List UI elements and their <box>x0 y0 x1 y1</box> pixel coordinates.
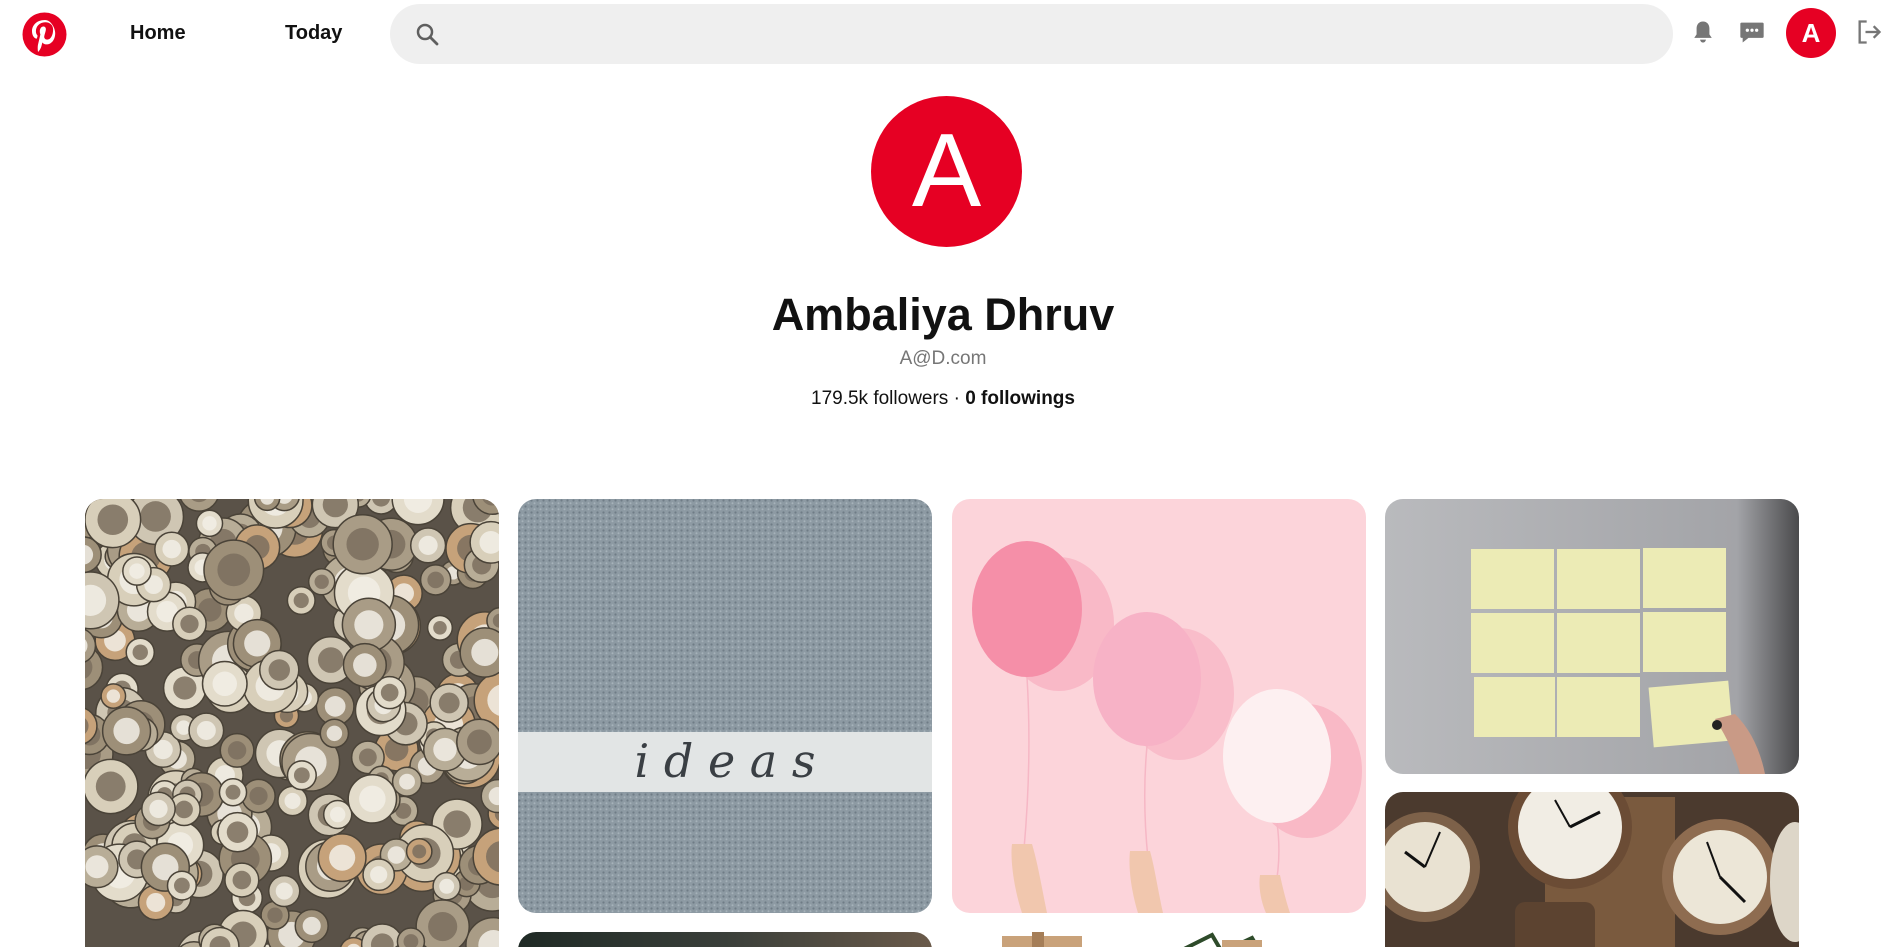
search-bar[interactable] <box>390 4 1673 64</box>
watch-dial-shape <box>162 539 181 559</box>
watch-dial-shape <box>471 638 499 666</box>
pin-ideas[interactable]: i d e a s <box>518 499 932 913</box>
watch-dial-shape <box>146 892 166 912</box>
watch-dial-shape <box>173 877 190 894</box>
watch-dial-shape <box>438 692 460 714</box>
watch-dial-shape <box>217 553 251 587</box>
pin-partial-dark[interactable] <box>518 932 932 947</box>
watch-dial-shape <box>330 806 346 823</box>
watch-dial-shape <box>113 717 140 745</box>
watch-dial-shape <box>492 499 499 502</box>
watch-dial-shape <box>227 741 247 760</box>
watch-dial-shape <box>268 659 291 681</box>
watch-dial-shape <box>106 689 121 703</box>
watch-dial-shape <box>225 784 241 800</box>
pin-image <box>518 932 932 947</box>
watch-dial-shape <box>439 878 455 894</box>
watch-dial-shape <box>412 844 427 859</box>
bell-icon[interactable] <box>1689 18 1717 46</box>
watch-dial-shape <box>314 574 329 589</box>
watch-dial-shape <box>358 748 377 767</box>
watch-dial-shape <box>324 696 346 717</box>
watch-dial-shape <box>140 501 171 532</box>
watch-dial-shape <box>427 571 444 589</box>
watch-dial-shape <box>202 516 217 531</box>
watch-dial-shape <box>173 676 197 700</box>
watch-dial-shape <box>359 785 386 813</box>
watch-dial-shape <box>433 621 447 635</box>
watch-dial-shape <box>85 855 109 879</box>
followings-count[interactable]: 0 followings <box>965 388 1075 409</box>
watch-dial-shape <box>149 799 168 819</box>
pin-image <box>1385 792 1799 947</box>
watch-dial-shape <box>180 614 199 634</box>
watch-dial-shape <box>132 644 148 660</box>
pin-image <box>952 499 1366 913</box>
pin-image <box>85 499 499 947</box>
nav-today-link[interactable]: Today <box>285 22 342 45</box>
watch-dial-shape <box>387 846 406 864</box>
pinterest-logo-icon[interactable] <box>22 12 67 57</box>
watch-dial-shape <box>226 821 249 843</box>
logout-icon[interactable] <box>1855 18 1883 46</box>
watch-dial-shape <box>293 767 310 784</box>
profile-avatar: A <box>871 96 1022 247</box>
watch-dial-shape <box>95 771 126 802</box>
top-navigation-bar: Home Today A <box>0 0 1886 64</box>
watch-dial-shape <box>293 592 309 609</box>
watch-dial-shape <box>267 907 283 923</box>
watch-dial-shape <box>317 647 344 673</box>
watch-dial-shape <box>433 737 457 762</box>
pin-watches[interactable] <box>85 499 499 947</box>
watch-dial-shape <box>196 720 216 740</box>
watch-dial-shape <box>370 866 388 884</box>
watch-dial-shape <box>129 563 145 579</box>
profile-name: Ambaliya Dhruv <box>771 289 1115 340</box>
chat-icon[interactable] <box>1738 18 1766 46</box>
search-icon <box>416 23 439 46</box>
pin-image: i d e a s <box>518 499 932 913</box>
pin-image <box>1385 499 1799 774</box>
watch-dial-shape <box>244 630 271 657</box>
watch-dial-shape <box>329 844 356 871</box>
ideas-text: i d e a s <box>635 734 816 788</box>
pin-balloons[interactable] <box>952 499 1366 913</box>
watch-dial-shape <box>428 911 458 942</box>
watch-dial-shape <box>443 810 471 838</box>
watch-dial-shape <box>399 773 415 790</box>
watch-dial-shape <box>418 535 438 555</box>
watch-dial-shape <box>275 882 293 900</box>
watch-dial-shape <box>302 916 321 935</box>
watch-dial-shape <box>232 870 252 890</box>
watch-dial-shape <box>326 725 343 742</box>
search-input[interactable] <box>460 14 1640 54</box>
stats-separator: · <box>948 388 966 409</box>
watch-dial-shape <box>353 653 377 677</box>
watch-dial-shape <box>97 504 129 536</box>
watch-dial-shape <box>212 671 238 697</box>
pin-image <box>952 930 1366 947</box>
pin-partial-gifts[interactable] <box>952 930 1366 947</box>
followers-count[interactable]: 179.5k followers <box>811 388 948 409</box>
watch-dial-shape <box>466 729 492 755</box>
user-avatar-button[interactable]: A <box>1786 8 1836 58</box>
nav-home-link[interactable]: Home <box>130 22 186 45</box>
watch-dial-shape <box>284 792 301 810</box>
watch-dial-shape <box>354 610 384 640</box>
profile-email: A@D.com <box>899 348 987 369</box>
profile-stats: 179.5k followers · 0 followings <box>643 388 1243 410</box>
pin-sticky-notes[interactable] <box>1385 499 1799 774</box>
pin-clocks[interactable] <box>1385 792 1799 947</box>
watch-dial-shape <box>380 683 399 702</box>
watch-dial-shape <box>249 786 268 806</box>
watch-dial-shape <box>175 800 193 819</box>
watch-dial-shape <box>346 528 379 561</box>
